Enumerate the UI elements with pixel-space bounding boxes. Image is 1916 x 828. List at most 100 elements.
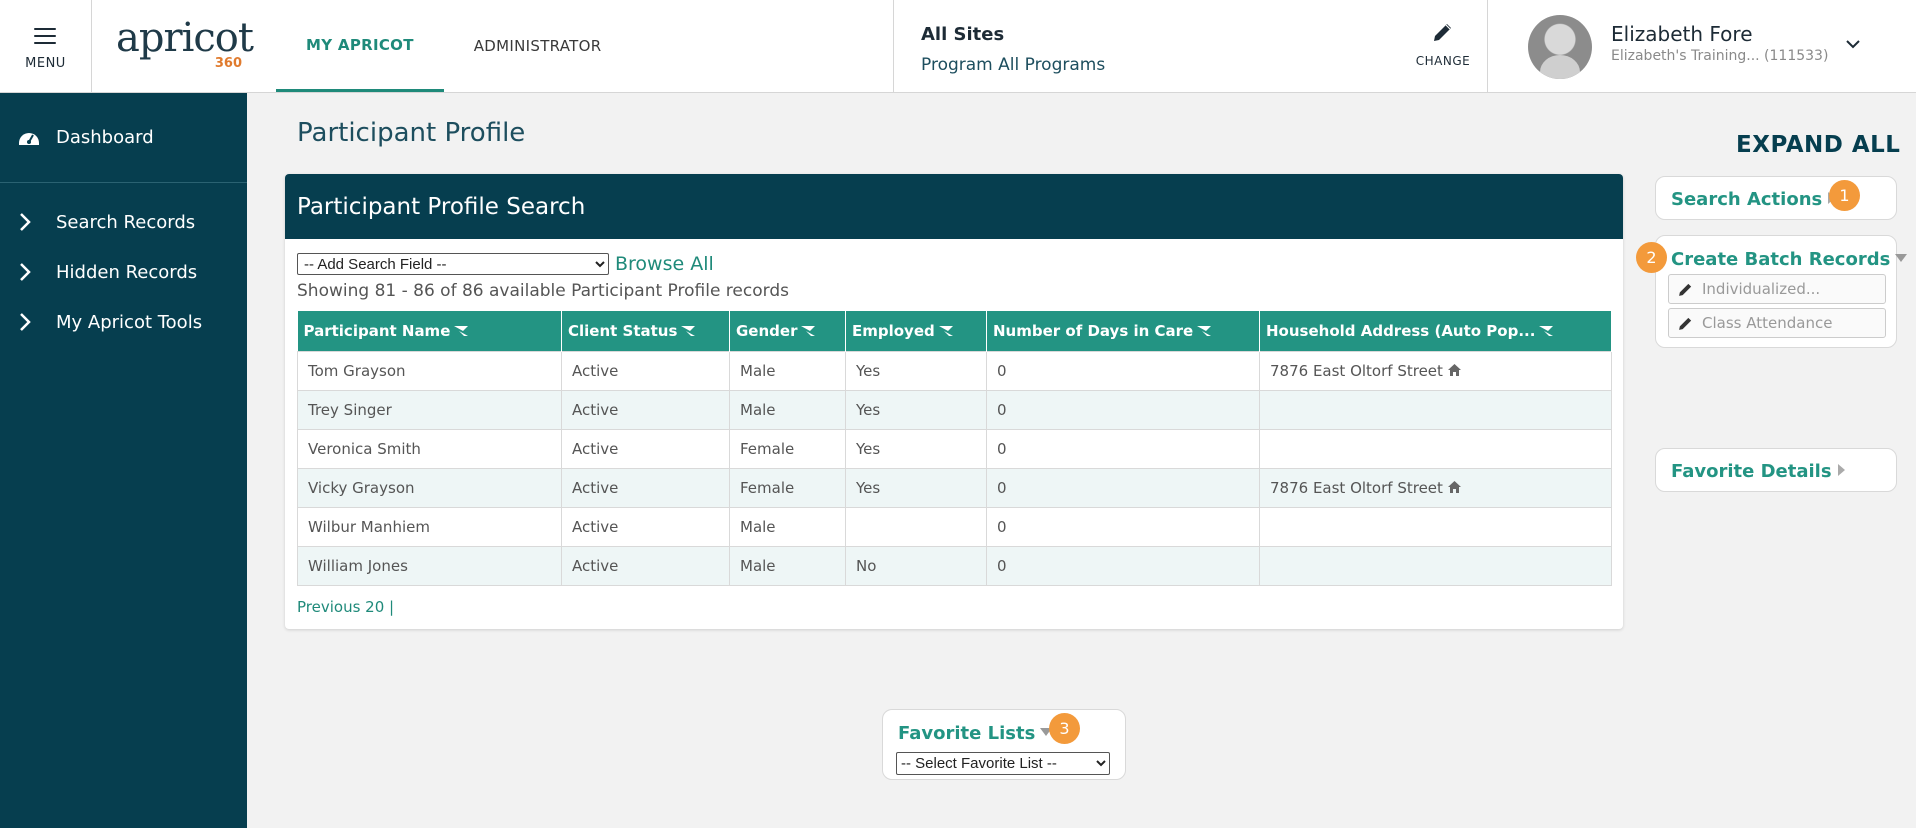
cell-days-in-care: 0 xyxy=(986,545,1260,586)
individualized-button[interactable]: Individualized... xyxy=(1668,274,1886,304)
table-row[interactable]: Tom Grayson Active Male Yes 0 7876 East … xyxy=(297,350,1612,391)
favorite-lists-panel: Favorite Lists -- Select Favorite List -… xyxy=(882,709,1126,780)
cell-household-address xyxy=(1259,428,1612,469)
table-row[interactable]: Veronica Smith Active Female Yes 0 xyxy=(297,428,1612,469)
sidebar-item-hidden-records[interactable]: Hidden Records xyxy=(0,247,247,297)
cell-days-in-care: 0 xyxy=(986,350,1260,391)
user-menu[interactable]: Elizabeth Fore Elizabeth's Training... (… xyxy=(1489,0,1916,92)
site-program-selector: All Sites Program All Programs CHANGE xyxy=(893,0,1488,92)
tab-my-apricot[interactable]: MY APRICOT xyxy=(276,0,444,92)
create-batch-records-toggle[interactable]: Create Batch Records xyxy=(1671,249,1908,270)
cell-household-address: 7876 East Oltorf Street xyxy=(1259,350,1612,391)
step-badge-3: 3 xyxy=(1049,713,1080,744)
sidebar-item-label: Dashboard xyxy=(56,127,154,148)
sort-icon xyxy=(454,325,469,336)
previous-20-link[interactable]: Previous 20 | xyxy=(297,598,394,616)
cell-participant-name[interactable]: William Jones xyxy=(297,545,562,586)
search-card: Participant Profile Search -- Add Search… xyxy=(285,174,1623,629)
program-name: Program All Programs xyxy=(921,55,1106,75)
apricot-logo[interactable]: apricot 360 xyxy=(116,18,256,74)
pencil-icon xyxy=(1679,317,1692,330)
cell-participant-name[interactable]: Tom Grayson xyxy=(297,350,562,391)
favorite-list-select[interactable]: -- Select Favorite List -- xyxy=(896,752,1110,775)
browse-all-link[interactable]: Browse All xyxy=(615,253,714,275)
page-title: Participant Profile xyxy=(297,118,526,148)
top-nav: MY APRICOT ADMINISTRATOR xyxy=(276,0,632,92)
site-name: All Sites xyxy=(921,24,1005,45)
cell-employed: Yes xyxy=(845,350,987,391)
card-body: -- Add Search Field -- Browse All Showin… xyxy=(285,239,1623,616)
menu-button[interactable]: MENU xyxy=(0,0,92,92)
search-actions-label: Search Actions xyxy=(1671,189,1823,210)
table-row[interactable]: Vicky Grayson Active Female Yes 0 7876 E… xyxy=(297,467,1612,508)
top-bar: MENU apricot 360 MY APRICOT ADMINISTRATO… xyxy=(0,0,1916,93)
class-attendance-label: Class Attendance xyxy=(1702,314,1833,332)
table-row[interactable]: William Jones Active Male No 0 xyxy=(297,545,1612,586)
cell-participant-name[interactable]: Veronica Smith xyxy=(297,428,562,469)
sort-icon xyxy=(681,325,696,336)
cell-client-status: Active xyxy=(561,467,730,508)
column-header-gender[interactable]: Gender xyxy=(729,311,846,351)
favorite-lists-label: Favorite Lists xyxy=(898,723,1036,744)
table-row[interactable]: Trey Singer Active Male Yes 0 xyxy=(297,389,1612,430)
cell-gender: Male xyxy=(729,506,846,547)
individualized-label: Individualized... xyxy=(1702,280,1821,298)
pencil-icon xyxy=(1679,283,1692,296)
sidebar-item-search-records[interactable]: Search Records xyxy=(0,197,247,247)
column-header-label: Employed xyxy=(852,321,935,340)
avatar xyxy=(1528,15,1592,79)
card-title: Participant Profile Search xyxy=(285,174,1623,239)
pencil-icon xyxy=(1434,24,1451,41)
sidebar-item-label: My Apricot Tools xyxy=(56,311,203,333)
cell-employed xyxy=(845,506,987,547)
favorite-details-toggle[interactable]: Favorite Details xyxy=(1671,461,1845,482)
add-search-field-select[interactable]: -- Add Search Field -- xyxy=(297,253,609,275)
favorite-details-panel: Favorite Details xyxy=(1655,448,1897,492)
expand-all-button[interactable]: EXPAND ALL xyxy=(1736,132,1900,158)
table-header-row: Participant Name Client Status Gender Em… xyxy=(297,311,1612,351)
cell-days-in-care: 0 xyxy=(986,467,1260,508)
sidebar-item-my-apricot-tools[interactable]: My Apricot Tools xyxy=(0,297,247,347)
table-row[interactable]: Wilbur Manhiem Active Male 0 xyxy=(297,506,1612,547)
change-button[interactable]: CHANGE xyxy=(1413,20,1473,68)
column-header-participant-name[interactable]: Participant Name xyxy=(297,311,562,351)
class-attendance-button[interactable]: Class Attendance xyxy=(1668,308,1886,338)
cell-household-address xyxy=(1259,545,1612,586)
column-header-household-address[interactable]: Household Address (Auto Pop... xyxy=(1259,311,1612,351)
column-header-label: Household Address (Auto Pop... xyxy=(1266,321,1536,340)
sidebar-item-label: Search Records xyxy=(56,211,196,233)
sidebar: Dashboard Search Records Hidden Records … xyxy=(0,93,247,828)
change-label: CHANGE xyxy=(1415,54,1471,68)
user-organization: Elizabeth's Training... (111533) xyxy=(1611,48,1829,64)
column-header-label: Gender xyxy=(736,321,798,340)
cell-employed: Yes xyxy=(845,467,987,508)
tab-administrator[interactable]: ADMINISTRATOR xyxy=(444,0,632,92)
step-badge-2: 2 xyxy=(1636,242,1667,273)
logo-word: apricot xyxy=(116,15,254,61)
cell-household-address xyxy=(1259,506,1612,547)
cell-employed: Yes xyxy=(845,428,987,469)
column-header-days-in-care[interactable]: Number of Days in Care xyxy=(986,311,1260,351)
pagination: Previous 20 | xyxy=(297,598,1611,616)
cell-participant-name[interactable]: Vicky Grayson xyxy=(297,467,562,508)
cell-client-status: Active xyxy=(561,389,730,430)
step-badge-1: 1 xyxy=(1829,180,1860,211)
cell-client-status: Active xyxy=(561,506,730,547)
search-row: -- Add Search Field -- Browse All xyxy=(297,253,1611,275)
cell-participant-name[interactable]: Trey Singer xyxy=(297,389,562,430)
hamburger-icon xyxy=(34,28,56,49)
favorite-lists-toggle[interactable]: Favorite Lists xyxy=(898,723,1053,744)
create-batch-records-panel: Create Batch Records Individualized... C… xyxy=(1655,235,1908,348)
column-header-client-status[interactable]: Client Status xyxy=(561,311,730,351)
sidebar-item-label: Hidden Records xyxy=(56,261,198,283)
sidebar-item-dashboard[interactable]: Dashboard xyxy=(0,93,247,183)
triangle-right-icon xyxy=(1837,464,1845,476)
cell-gender: Male xyxy=(729,389,846,430)
create-batch-records-label: Create Batch Records xyxy=(1671,249,1891,270)
column-header-employed[interactable]: Employed xyxy=(845,311,987,351)
chevron-right-icon xyxy=(20,213,31,231)
cell-participant-name[interactable]: Wilbur Manhiem xyxy=(297,506,562,547)
search-actions-toggle[interactable]: Search Actions xyxy=(1671,189,1836,210)
cell-employed: No xyxy=(845,545,987,586)
cell-household-address xyxy=(1259,389,1612,430)
